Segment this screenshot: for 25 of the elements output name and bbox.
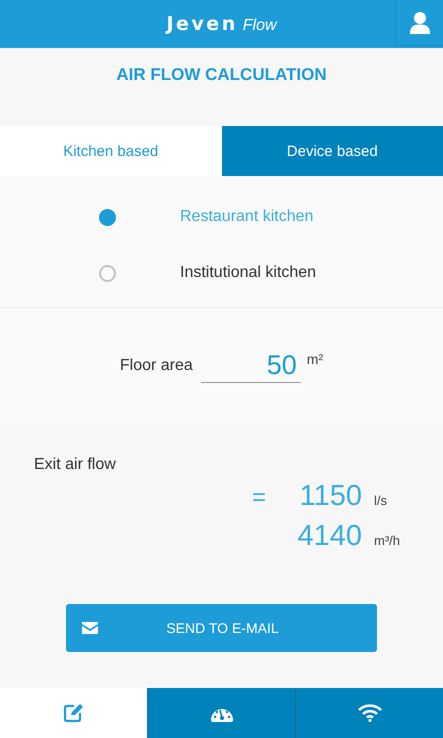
radio-button[interactable]: [99, 264, 116, 282]
user-button[interactable]: [395, 0, 443, 46]
brand-suffix: Flow: [242, 17, 277, 35]
nav-tab[interactable]: [0, 688, 147, 738]
radio-label[interactable]: Institutional kitchen: [180, 264, 316, 282]
radio-label[interactable]: Restaurant kitchen: [180, 208, 314, 226]
floor-area-input[interactable]: 50: [200, 350, 301, 382]
radio-button[interactable]: [99, 208, 116, 226]
send-email-button[interactable]: SEND TO E-MAIL: [66, 604, 377, 652]
brand-name: Jeven: [166, 13, 238, 35]
wifi-icon: [358, 704, 382, 722]
result-value: 1150: [298, 480, 362, 513]
result-label: Exit air flow: [34, 456, 117, 474]
page-title: AIR FLOW CALCULATION: [116, 65, 327, 86]
tab[interactable]: Kitchen based: [0, 126, 222, 176]
equals-sign: =: [250, 484, 266, 512]
user-icon: [408, 10, 430, 34]
unit-label: m²: [306, 351, 324, 367]
unit-label: m³/h: [374, 533, 400, 548]
edit-icon: [62, 703, 84, 723]
envelope-icon: [82, 622, 98, 634]
tab[interactable]: Device based: [222, 126, 443, 176]
result-value: 4140: [296, 520, 362, 553]
field-label: Floor area: [120, 357, 193, 375]
unit-label: l/s: [374, 493, 387, 508]
